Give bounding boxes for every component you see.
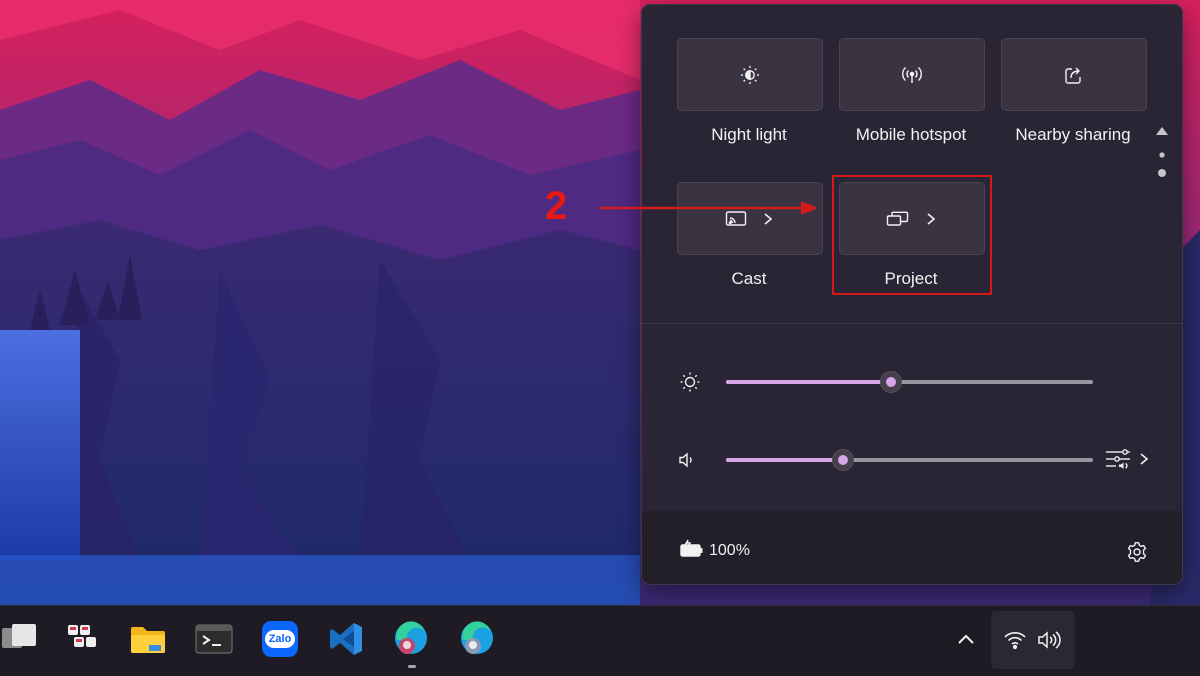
volume-thumb[interactable]	[832, 449, 855, 471]
volume-row	[642, 445, 1182, 475]
audio-output-icon	[1106, 449, 1130, 469]
annotation-step-number: 2	[545, 184, 568, 228]
brightness-fill	[726, 380, 892, 384]
page-dot[interactable]	[1159, 152, 1165, 158]
keyboard-app-icon	[68, 625, 96, 647]
night-light-label: Night light	[711, 125, 787, 144]
vscode-icon	[330, 623, 362, 655]
annotation-highlight-box	[832, 175, 992, 295]
file-explorer-icon	[131, 627, 165, 653]
mobile-hotspot-tile[interactable]	[839, 38, 985, 111]
speaker-icon	[679, 452, 692, 468]
chevron-right-icon	[1140, 453, 1149, 465]
brightness-slider[interactable]	[726, 371, 1093, 393]
cast-tile[interactable]	[677, 182, 823, 255]
wifi-icon	[1004, 632, 1026, 650]
keyboard-app-button[interactable]	[62, 619, 102, 659]
chevron-up-icon	[958, 634, 974, 644]
speaker-icon	[1038, 631, 1061, 649]
mobile-hotspot-icon	[902, 66, 922, 83]
gear-icon	[1127, 542, 1147, 562]
task-view-icon	[2, 624, 36, 648]
nearby-sharing-label: Nearby sharing	[1015, 125, 1131, 144]
night-light-icon	[741, 65, 759, 84]
mobile-hotspot-label: Mobile hotspot	[855, 125, 967, 144]
active-app-indicator	[408, 665, 416, 668]
edge-profile-2-button[interactable]	[458, 619, 498, 659]
divider	[642, 323, 1182, 324]
battery-charging-icon	[680, 539, 703, 557]
vscode-button[interactable]	[326, 619, 366, 659]
page-indicator[interactable]	[1154, 125, 1170, 190]
brightness-row	[642, 367, 1182, 397]
brightness-thumb[interactable]	[880, 371, 903, 393]
terminal-button[interactable]	[194, 619, 234, 659]
task-view-button[interactable]	[0, 619, 40, 659]
quick-settings-footer: 100%	[642, 511, 1182, 584]
night-light-tile[interactable]	[677, 38, 823, 111]
battery-percentage: 100%	[709, 542, 750, 559]
volume-fill	[726, 458, 844, 462]
show-hidden-icons-button[interactable]	[946, 619, 986, 659]
terminal-icon	[195, 624, 233, 654]
quick-settings-tray-button[interactable]	[991, 611, 1075, 669]
audio-output-button[interactable]	[1105, 447, 1155, 473]
page-up-icon[interactable]	[1156, 127, 1168, 135]
zalo-label: Zalo	[264, 630, 296, 648]
settings-button[interactable]	[1122, 537, 1152, 567]
brightness-icon	[680, 372, 700, 392]
file-explorer-button[interactable]	[128, 619, 168, 659]
page-dot-active[interactable]	[1158, 169, 1166, 177]
zalo-button[interactable]: Zalo	[260, 619, 300, 659]
annotation-arrow-icon	[600, 201, 818, 215]
battery-button[interactable]: 100%	[672, 533, 772, 569]
nearby-sharing-tile[interactable]	[1001, 38, 1147, 111]
taskbar: Zalo	[0, 605, 1200, 676]
edge-profile-1-button[interactable]	[392, 619, 432, 659]
edge-profile-2-icon	[461, 621, 493, 654]
nearby-sharing-icon	[1065, 67, 1081, 84]
cast-label: Cast	[731, 269, 767, 288]
edge-profile-1-icon	[395, 621, 427, 654]
zalo-icon: Zalo	[262, 621, 298, 657]
volume-slider[interactable]	[726, 449, 1093, 471]
